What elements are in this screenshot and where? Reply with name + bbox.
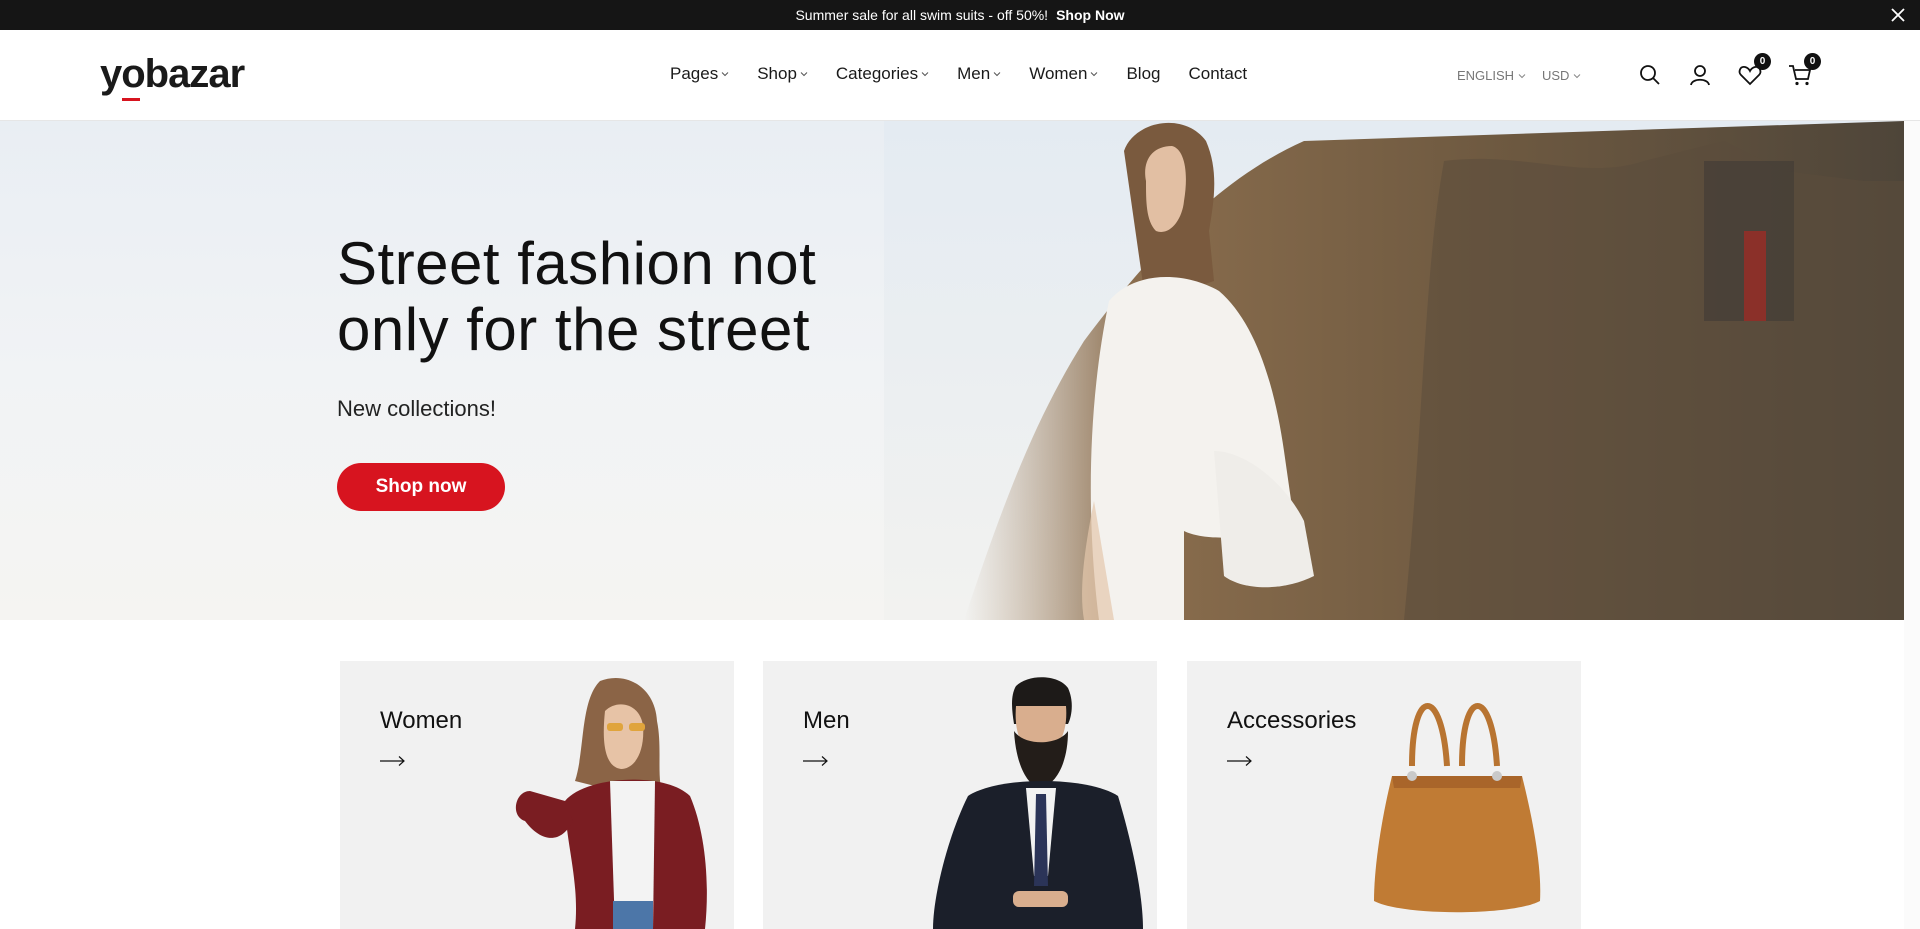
category-title: Accessories <box>1227 707 1357 734</box>
scrollbar-track[interactable] <box>1904 121 1920 929</box>
category-card-men[interactable]: Men <box>763 661 1157 929</box>
logo-text: yobazar <box>100 52 245 96</box>
category-card-women[interactable]: Women <box>340 661 734 929</box>
category-image-women <box>515 677 707 929</box>
nav-label: Contact <box>1188 64 1248 83</box>
close-icon[interactable] <box>1888 5 1908 25</box>
search-icon[interactable] <box>1637 62 1663 88</box>
nav-label: Women <box>1029 64 1088 83</box>
cart-count-badge: 0 <box>1804 53 1821 70</box>
hero-image <box>884 121 1904 620</box>
chevron-down-icon <box>1091 72 1098 77</box>
site-header: yobazar Pages Shop Categories Men Women … <box>0 30 1920 121</box>
currency-label: USD <box>1542 68 1570 83</box>
announcement-shop-link[interactable]: Shop Now <box>1056 7 1124 23</box>
wishlist-count-badge: 0 <box>1754 53 1771 70</box>
nav-item-blog[interactable]: Blog <box>1126 64 1160 84</box>
language-label: ENGLISH <box>1457 68 1515 83</box>
cart-button[interactable]: 0 <box>1787 53 1821 88</box>
hero-title: Street fashion not only for the street <box>337 231 816 363</box>
hero-subtitle: New collections! <box>337 396 496 421</box>
chevron-down-icon <box>1574 73 1581 78</box>
nav-item-contact[interactable]: Contact <box>1189 64 1248 84</box>
hero-banner: Street fashion not only for the street N… <box>0 121 1904 620</box>
nav-label: Pages <box>670 64 719 83</box>
nav-label: Men <box>957 64 991 83</box>
arrow-right-icon[interactable] <box>1227 755 1253 767</box>
shop-now-button[interactable]: Shop now <box>337 463 505 511</box>
nav-label: Blog <box>1126 64 1161 83</box>
hero-title-line-2: only for the street <box>337 296 811 363</box>
announcement-bar: Summer sale for all swim suits - off 50%… <box>0 0 1920 30</box>
chevron-down-icon <box>800 72 808 77</box>
nav-label: Shop <box>757 64 797 83</box>
main-nav: Pages Shop Categories Men Women Blog Con… <box>670 64 1275 84</box>
user-icon[interactable] <box>1687 62 1713 88</box>
logo[interactable]: yobazar <box>100 52 245 101</box>
currency-selector[interactable]: USD <box>1542 68 1581 83</box>
wishlist-button[interactable]: 0 <box>1737 53 1771 88</box>
chevron-down-icon <box>921 72 929 77</box>
nav-item-men[interactable]: Men <box>957 64 1001 84</box>
logo-underline <box>122 98 140 101</box>
nav-label: Categories <box>835 64 919 83</box>
nav-item-shop[interactable]: Shop <box>757 64 808 84</box>
language-selector[interactable]: ENGLISH <box>1457 68 1526 83</box>
category-card-accessories[interactable]: Accessories <box>1187 661 1581 929</box>
chevron-down-icon <box>721 72 729 77</box>
category-title: Men <box>803 707 850 734</box>
category-image-men <box>933 677 1143 929</box>
nav-item-women[interactable]: Women <box>1029 64 1098 84</box>
hero-title-line-1: Street fashion not <box>337 230 817 297</box>
arrow-right-icon[interactable] <box>803 755 829 767</box>
nav-item-pages[interactable]: Pages <box>670 64 729 84</box>
category-title: Women <box>380 707 463 734</box>
arrow-right-icon[interactable] <box>380 755 406 767</box>
category-image-accessories <box>1374 703 1541 913</box>
chevron-down-icon <box>1518 73 1526 78</box>
chevron-down-icon <box>993 72 1001 77</box>
announcement-message: Summer sale for all swim suits - off 50%… <box>795 7 1049 23</box>
nav-item-categories[interactable]: Categories <box>836 64 929 84</box>
